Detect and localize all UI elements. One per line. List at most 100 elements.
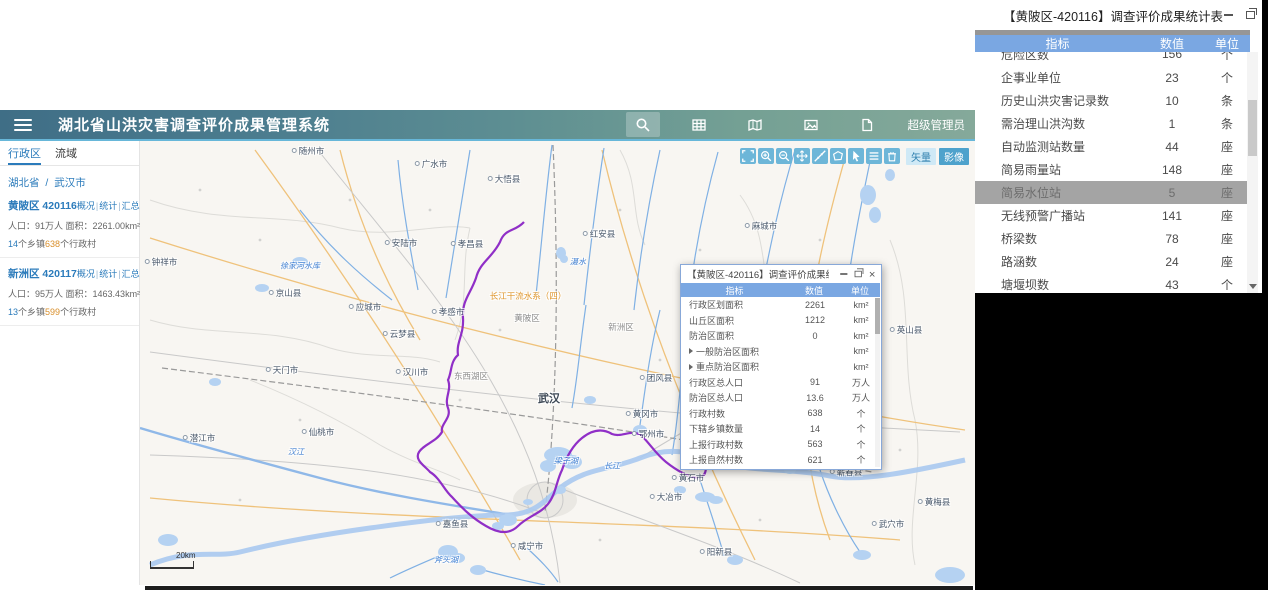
row-label: 需治理山洪沟数 [1001, 117, 1086, 131]
measure-area-icon[interactable] [830, 148, 846, 164]
table-row[interactable]: 防治区总人口 13.6 万人 [681, 390, 881, 406]
header-actions: 超级管理员 [625, 110, 970, 139]
row-value: 13.6 [806, 392, 824, 403]
row-label: 防治区总人口 [689, 393, 744, 404]
district-villages: 14个乡镇638个行政村 [8, 239, 97, 249]
district-card: 黄陂区 420116 概况|统计|汇总 人口：91万人 面积：2261.00km… [0, 190, 140, 258]
zoom-in-icon[interactable] [758, 148, 774, 164]
document-icon[interactable] [850, 112, 884, 137]
basemap-imagery-button[interactable]: 影像 [939, 148, 969, 165]
summary-link[interactable]: 汇总 [122, 201, 140, 211]
row-value: 1212 [804, 315, 826, 326]
zoom-out-icon[interactable] [776, 148, 792, 164]
scrollbar-thumb[interactable] [1248, 100, 1257, 156]
restore-icon[interactable] [1245, 8, 1258, 21]
panel-scrollbar[interactable] [1247, 52, 1258, 293]
table-row[interactable]: 山丘区面积 1212 km² [681, 313, 881, 329]
measure-distance-icon[interactable] [812, 148, 828, 164]
screen: 湖北省山洪灾害调查评价成果管理系统 超级管理员 行政区 流域 湖北省 / 武汉市… [0, 0, 1268, 590]
clear-icon[interactable] [884, 148, 900, 164]
table-row[interactable]: 危险区数 156 个 [975, 52, 1250, 66]
map-icon[interactable] [738, 112, 772, 137]
search-icon[interactable] [625, 112, 660, 137]
breadcrumb-city[interactable]: 武汉市 [54, 177, 86, 189]
current-user[interactable]: 超级管理员 [908, 117, 966, 133]
overview-link[interactable]: 概况 [77, 201, 95, 211]
table-row[interactable]: 防治区面积 0 km² [681, 328, 881, 344]
table-row[interactable]: 需治理山洪沟数 1 条 [975, 112, 1250, 135]
scale-label: 20km [176, 551, 196, 560]
row-unit: 个 [1220, 278, 1233, 292]
basemap-vector-button[interactable]: 矢量 [906, 148, 936, 165]
table-row[interactable]: 自动监测站数量 44 座 [975, 135, 1250, 158]
layer-list-icon[interactable] [866, 148, 882, 164]
row-label: 简易雨量站 [1001, 163, 1062, 177]
table-row[interactable]: 桥梁数 78 座 [975, 227, 1250, 250]
row-label: 自动监测站数量 [1001, 140, 1086, 154]
stats-link[interactable]: 统计 [99, 269, 117, 279]
table-row[interactable]: 历史山洪灾害记录数 10 条 [975, 89, 1250, 112]
stats-link[interactable]: 统计 [99, 201, 117, 211]
row-value: 44 [1165, 139, 1179, 154]
row-label: 重点防治区面积 [681, 360, 789, 373]
table-row[interactable]: 上报行政村数 563 个 [681, 437, 881, 453]
row-value: 43 [1165, 277, 1179, 292]
table-row[interactable]: 重点防治区面积 km² [681, 359, 881, 375]
table-row[interactable]: 一般防治区面积 km² [681, 344, 881, 360]
dialog-scrollbar[interactable] [875, 298, 880, 467]
menu-icon[interactable] [14, 118, 32, 131]
table-icon[interactable] [682, 112, 716, 137]
row-label: 企事业单位 [1001, 71, 1062, 85]
scroll-down-button[interactable] [1247, 279, 1258, 293]
row-label: 行政区总人口 [689, 377, 744, 388]
row-label: 危险区数 [1001, 52, 1050, 62]
table-row[interactable]: 简易水位站 5 座 [975, 181, 1250, 204]
horizontal-scrollbar[interactable] [145, 586, 973, 590]
extent-icon[interactable] [740, 148, 756, 164]
summary-link[interactable]: 汇总 [122, 269, 140, 279]
row-unit: 座 [1220, 186, 1233, 200]
table-row[interactable]: 路涵数 24 座 [975, 250, 1250, 273]
minimize-icon[interactable] [1223, 9, 1235, 21]
table-row[interactable]: 无线预警广播站 141 座 [975, 204, 1250, 227]
tab-admin-region[interactable]: 行政区 [8, 145, 41, 165]
minimize-icon[interactable] [839, 269, 849, 279]
map-canvas[interactable]: 随州市 广水市 大悟县 安陆市 孝昌县 红安县 麻城市 京山县 应城市 云梦县 孝感市 钟祥市 汉川市天… [140, 141, 975, 585]
row-value: 156 [1161, 52, 1183, 61]
table-header: 指标 数值 单位 [681, 283, 880, 297]
district-name-link[interactable]: 黄陂区 420116 [8, 198, 77, 213]
stats-panel: 【黄陂区-420116】调查评价成果统计表 指标 数值 单位 危险区数156个企… [975, 0, 1262, 293]
overview-link[interactable]: 概况 [77, 269, 95, 279]
expand-icon[interactable] [689, 348, 693, 355]
table-row[interactable]: 下辖乡镇数量 14 个 [681, 421, 881, 437]
row-unit: 座 [1220, 232, 1233, 246]
table-row[interactable]: 行政区划面积 2261 km² [681, 297, 881, 313]
basemap-switch: 矢量 影像 [906, 148, 969, 165]
pan-icon[interactable] [794, 148, 810, 164]
table-row[interactable]: 简易雨量站 148 座 [975, 158, 1250, 181]
row-value: 78 [1165, 231, 1179, 246]
table-row[interactable]: 行政村数 638 个 [681, 406, 881, 422]
identify-icon[interactable] [848, 148, 864, 164]
table-row[interactable]: 上报自然村数 621 个 [681, 452, 881, 468]
breadcrumb-province[interactable]: 湖北省 [8, 177, 40, 189]
row-label: 下辖乡镇数量 [689, 424, 744, 435]
table-row[interactable]: 企事业单位 23 个 [975, 66, 1250, 89]
sidebar-tabs: 行政区 流域 [0, 141, 139, 166]
row-unit: 座 [1220, 140, 1233, 154]
tab-basin[interactable]: 流域 [55, 145, 77, 165]
row-value: 621 [807, 454, 823, 465]
image-icon[interactable] [794, 112, 828, 137]
row-unit: 条 [1220, 117, 1233, 131]
district-name-link[interactable]: 新洲区 420117 [8, 266, 77, 281]
row-unit: 个 [1220, 71, 1233, 85]
row-label: 路涵数 [1001, 255, 1038, 269]
expand-icon[interactable] [689, 363, 693, 370]
table-row[interactable]: 行政区总人口 91 万人 [681, 375, 881, 391]
row-unit: 条 [1220, 94, 1233, 108]
restore-icon[interactable] [853, 268, 864, 279]
row-value: 563 [807, 439, 823, 450]
close-icon[interactable] [867, 269, 877, 279]
table-row[interactable]: 塘堰坝数 43 个 [975, 273, 1250, 296]
row-value: 14 [809, 423, 820, 434]
